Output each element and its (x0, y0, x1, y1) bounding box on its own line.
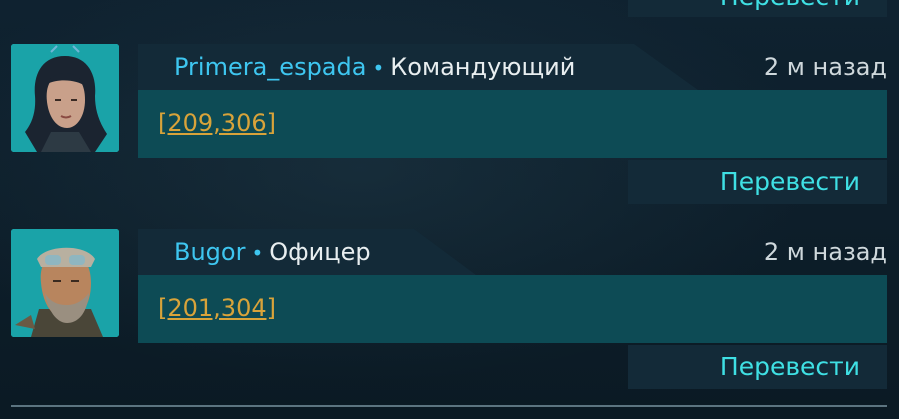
message-body: [209,306] (138, 90, 887, 158)
translate-button[interactable]: Перевести (628, 345, 887, 389)
avatar-bugor[interactable] (11, 229, 119, 337)
chat-panel: Перевести Primera_espada•Командующи (0, 0, 899, 419)
author-name[interactable]: Primera_espada (174, 53, 366, 81)
coordinate-link[interactable]: [209,306] (158, 108, 276, 138)
author-rank: Командующий (390, 53, 576, 81)
divider (11, 405, 887, 407)
message-author: Primera_espada • Командующий (174, 50, 575, 85)
message-header: Bugor • Офицер 2 м назад (138, 229, 887, 275)
translate-button[interactable]: Перевести (628, 160, 887, 204)
author-separator: • (251, 241, 264, 265)
author-separator: • (372, 56, 385, 80)
message-body: [201,304] (138, 275, 887, 343)
coordinate-link[interactable]: [201,304] (158, 293, 276, 323)
message-author: Bugor • Офицер (174, 235, 371, 270)
author-rank: Офицер (269, 238, 371, 266)
message-header: Primera_espada • Командующий 2 м назад (138, 44, 887, 90)
message-time: 2 м назад (763, 238, 887, 266)
bearded-portrait-icon (11, 229, 119, 337)
female-portrait-icon (11, 44, 119, 152)
author-name[interactable]: Bugor (174, 238, 245, 266)
message-time: 2 м назад (763, 53, 887, 81)
avatar-primera-espada[interactable] (11, 44, 119, 152)
translate-button-previous[interactable]: Перевести (628, 0, 887, 17)
